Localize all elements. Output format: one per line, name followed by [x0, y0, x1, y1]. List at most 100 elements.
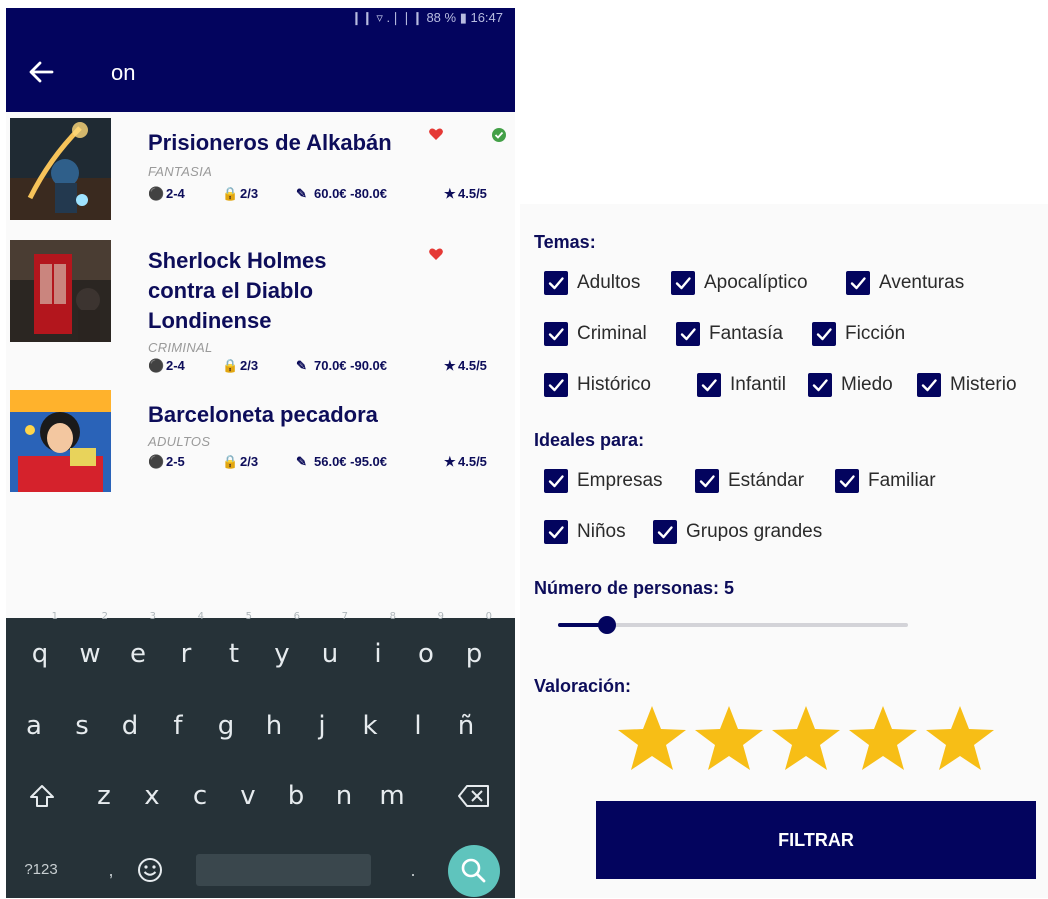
key-number-hint: 8 [389, 611, 396, 622]
checkbox-label: Ficción [845, 323, 906, 344]
back-arrow-icon[interactable] [22, 52, 62, 92]
checkbox-fantas-a[interactable]: Fantasía [676, 319, 806, 349]
heart-icon[interactable] [428, 246, 444, 262]
difficulty: 2/3 [240, 358, 259, 373]
checkbox-check-icon [695, 469, 719, 493]
checkbox-est-ndar[interactable]: Estándar [695, 466, 825, 496]
star-icon[interactable] [616, 702, 688, 774]
key-m[interactable]: m [370, 768, 414, 824]
search-query-text[interactable]: on [111, 60, 135, 86]
key-h[interactable]: h [252, 698, 296, 754]
price-range: 60.0€ -80.0€ [314, 186, 388, 201]
key-r[interactable]: r4 [164, 612, 208, 682]
key-ñ[interactable]: ñ [444, 698, 488, 754]
checkbox-hist-rico[interactable]: Histórico [544, 370, 674, 400]
completed-check-icon [492, 128, 506, 142]
difficulty: 2/3 [240, 186, 259, 201]
key-x[interactable]: x [130, 768, 174, 824]
key-n[interactable]: n [322, 768, 366, 824]
on-screen-keyboard: q1w2e3r4t5y6u7i8o9p0 asdfghjklñ zxcvbnm … [6, 612, 515, 898]
people-slider-thumb[interactable] [598, 616, 616, 634]
price-range: 70.0€ -90.0€ [314, 358, 388, 373]
backspace-key-icon[interactable] [452, 768, 496, 824]
checkbox-check-icon [544, 469, 568, 493]
space-key[interactable] [196, 854, 371, 886]
comma-key[interactable]: , [96, 845, 126, 895]
checkbox-miedo[interactable]: Miedo [808, 370, 908, 400]
checkbox-label: Adultos [577, 272, 641, 293]
filter-button[interactable]: FILTRAR [596, 801, 1036, 879]
checkbox-check-icon [917, 373, 941, 397]
key-y[interactable]: y6 [260, 612, 304, 682]
period-key[interactable]: . [398, 845, 428, 895]
list-item[interactable]: Sherlock Holmes contra el Diablo Londine… [6, 234, 515, 384]
price-tag-icon: ✎ [296, 358, 307, 373]
rating: 4.5/5 [458, 454, 487, 469]
checkbox-misterio[interactable]: Misterio [917, 370, 1047, 400]
players-icon: ⚫ [148, 186, 165, 201]
checkbox-adultos[interactable]: Adultos [544, 268, 669, 298]
checkbox-empresas[interactable]: Empresas [544, 466, 684, 496]
rating: 4.5/5 [458, 186, 487, 201]
room-meta: ⚫ 2-4 🔒 2/3 ✎ 60.0€ -80.0€ ★ 4.5/5 [148, 186, 508, 206]
price-range: 56.0€ -95.0€ [314, 454, 388, 469]
key-c[interactable]: c [178, 768, 222, 824]
shift-key-icon[interactable] [20, 768, 64, 824]
emoji-key-icon[interactable] [136, 856, 164, 884]
checkbox-ficci-n[interactable]: Ficción [812, 319, 932, 349]
key-q[interactable]: q1 [18, 612, 62, 682]
key-o[interactable]: o9 [404, 612, 448, 682]
key-number-hint: 3 [149, 611, 156, 622]
key-s[interactable]: s [60, 698, 104, 754]
checkbox-familiar[interactable]: Familiar [835, 466, 965, 496]
star-icon[interactable] [770, 702, 842, 774]
key-a[interactable]: a [12, 698, 56, 754]
star-small-icon: ★ [444, 358, 456, 373]
key-p[interactable]: p0 [452, 612, 496, 682]
star-icon[interactable] [847, 702, 919, 774]
people-slider[interactable] [558, 616, 908, 634]
key-k[interactable]: k [348, 698, 392, 754]
key-l[interactable]: l [396, 698, 440, 754]
list-item[interactable]: Prisioneros de Alkabán FANTASIA ⚫ 2-4 🔒 … [6, 112, 515, 232]
app-bar: on [6, 30, 515, 112]
key-j[interactable]: j [300, 698, 344, 754]
key-z[interactable]: z [82, 768, 126, 824]
checkbox-apocal-ptico[interactable]: Apocalíptico [671, 268, 841, 298]
star-icon[interactable] [693, 702, 765, 774]
key-label: p [465, 639, 483, 669]
checkbox-label: Aventuras [879, 272, 965, 293]
list-item[interactable]: Barceloneta pecadora ADULTOS ⚫ 2-5 🔒 2/3… [6, 388, 515, 508]
rating-heading: Valoración: [534, 676, 632, 696]
filter-panel: Temas: Adultos Apocalíptico Aventuras Crimi… [520, 204, 1048, 898]
room-genre: CRIMINAL [148, 340, 213, 355]
checkbox-aventuras[interactable]: Aventuras [846, 268, 986, 298]
star-icon[interactable] [924, 702, 996, 774]
checkbox-infantil[interactable]: Infantil [697, 370, 797, 400]
search-key-icon[interactable] [448, 845, 500, 897]
room-thumbnail [10, 240, 111, 342]
key-number-hint: 9 [437, 611, 444, 622]
checkbox-label: Fantasía [709, 323, 783, 344]
key-u[interactable]: u7 [308, 612, 352, 682]
heart-icon[interactable] [428, 126, 444, 142]
key-w[interactable]: w2 [68, 612, 112, 682]
room-thumbnail [10, 390, 111, 492]
key-e[interactable]: e3 [116, 612, 160, 682]
key-f[interactable]: f [156, 698, 200, 754]
key-label: e [130, 639, 146, 669]
key-number-hint: 7 [341, 611, 348, 622]
key-b[interactable]: b [274, 768, 318, 824]
key-d[interactable]: d [108, 698, 152, 754]
checkbox-ni-os[interactable]: Niños [544, 517, 644, 547]
checkbox-grupos-grandes[interactable]: Grupos grandes [653, 517, 853, 547]
key-g[interactable]: g [204, 698, 248, 754]
key-i[interactable]: i8 [356, 612, 400, 682]
checkbox-check-icon [544, 520, 568, 544]
checkbox-criminal[interactable]: Criminal [544, 319, 669, 349]
checkbox-label: Empresas [577, 470, 663, 491]
key-v[interactable]: v [226, 768, 270, 824]
key-t[interactable]: t5 [212, 612, 256, 682]
symbols-key[interactable]: ?123 [6, 845, 76, 895]
search-results-screen: ❙❙ ▿ .❘❘❙ 88 % ▮ 16:47 on Prisioneros de [6, 8, 515, 898]
